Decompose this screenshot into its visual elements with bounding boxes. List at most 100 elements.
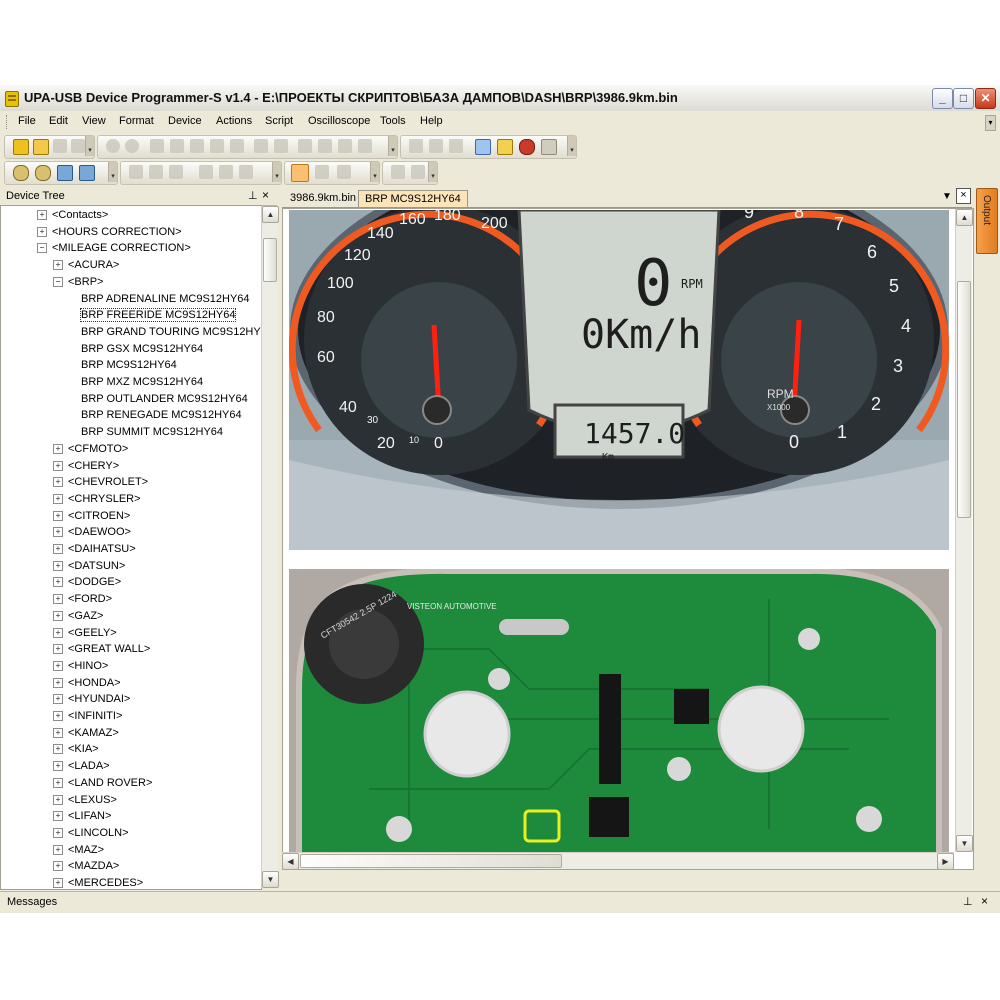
move-icon[interactable]: [79, 165, 95, 181]
expand-icon[interactable]: +: [53, 711, 63, 722]
write-chip-icon[interactable]: [429, 139, 443, 153]
menu-oscilloscope[interactable]: Oscilloscope: [308, 115, 370, 127]
expand-icon[interactable]: +: [53, 577, 63, 588]
scroll-down-icon[interactable]: ▼: [262, 871, 279, 888]
expand-icon[interactable]: +: [53, 610, 63, 621]
expand-icon[interactable]: +: [53, 761, 63, 772]
cut-icon[interactable]: [150, 139, 164, 153]
toolbar-overflow-icon[interactable]: ▾: [85, 136, 94, 156]
view-table-icon[interactable]: [169, 165, 183, 179]
close-button[interactable]: ✕: [975, 88, 996, 109]
expand-icon[interactable]: +: [53, 493, 63, 504]
tree-node[interactable]: + <MERCEDES>: [53, 877, 143, 889]
expand-icon[interactable]: +: [53, 744, 63, 755]
tree-node[interactable]: + <CFMOTO>: [53, 443, 128, 459]
pin-icon[interactable]: ⊥: [248, 189, 258, 202]
copy-icon[interactable]: [170, 139, 184, 153]
menu-device[interactable]: Device: [168, 115, 202, 127]
tree-node[interactable]: + <CITROEN>: [53, 510, 130, 526]
redo-icon[interactable]: [274, 139, 288, 153]
tree-node[interactable]: − <BRP>: [53, 276, 103, 292]
close-panel-icon[interactable]: ×: [262, 188, 269, 202]
tree-node[interactable]: + <LEXUS>: [53, 794, 117, 810]
menu-format[interactable]: Format: [119, 115, 154, 127]
expand-icon[interactable]: +: [53, 844, 63, 855]
compare-icon[interactable]: [318, 139, 332, 153]
refresh-icon[interactable]: [358, 139, 372, 153]
undo-icon[interactable]: [254, 139, 268, 153]
expand-icon[interactable]: +: [53, 560, 63, 571]
device-tree-scrollbar[interactable]: ▲ ▼: [261, 206, 279, 888]
view-list-icon[interactable]: [219, 165, 233, 179]
tree-leaf[interactable]: BRP RENEGADE MC9S12HY64: [81, 409, 242, 425]
tree-node[interactable]: + <FORD>: [53, 593, 112, 609]
tree-leaf[interactable]: BRP OUTLANDER MC9S12HY64: [81, 393, 248, 409]
menu-view[interactable]: View: [82, 115, 106, 127]
view-text-icon[interactable]: [149, 165, 163, 179]
scroll-thumb[interactable]: [300, 854, 562, 868]
toolbar-overflow-icon[interactable]: ▾: [272, 162, 281, 182]
expand-icon[interactable]: +: [53, 811, 63, 822]
tree-node[interactable]: + <GEELY>: [53, 627, 117, 643]
tree-node[interactable]: + <KAMAZ>: [53, 727, 119, 743]
play-icon[interactable]: [391, 165, 405, 179]
expand-icon[interactable]: +: [53, 677, 63, 688]
tree-node[interactable]: + <MAZ>: [53, 844, 104, 860]
collapse-icon[interactable]: −: [53, 276, 63, 287]
stop-icon[interactable]: [411, 165, 425, 179]
save-icon[interactable]: [53, 139, 67, 153]
expand-icon[interactable]: +: [37, 226, 47, 237]
menu-grip[interactable]: [6, 115, 10, 129]
new-project-icon[interactable]: [13, 139, 29, 155]
expand-icon[interactable]: +: [53, 477, 63, 488]
menu-actions[interactable]: Actions: [216, 115, 252, 127]
expand-icon[interactable]: +: [53, 694, 63, 705]
expand-icon[interactable]: +: [53, 777, 63, 788]
tree-node[interactable]: + <HONDA>: [53, 677, 121, 693]
tree-node[interactable]: + <LADA>: [53, 760, 110, 776]
scroll-down-icon[interactable]: ▼: [956, 835, 973, 852]
menu-edit[interactable]: Edit: [49, 115, 68, 127]
tree-node[interactable]: + <GREAT WALL>: [53, 643, 150, 659]
menu-tools[interactable]: Tools: [380, 115, 406, 127]
scroll-right-icon[interactable]: ▶: [937, 853, 954, 870]
view-split-icon[interactable]: [199, 165, 213, 179]
expand-icon[interactable]: +: [53, 861, 63, 872]
toolbar-overflow-icon[interactable]: ▾: [567, 136, 576, 156]
tree-node[interactable]: + <INFINITI>: [53, 710, 122, 726]
menu-file[interactable]: File: [18, 115, 36, 127]
toolbar-overflow-icon[interactable]: ▾: [428, 162, 437, 182]
script-icon[interactable]: [497, 139, 513, 155]
expand-icon[interactable]: +: [53, 644, 63, 655]
pointer-tool-icon[interactable]: [291, 164, 309, 182]
tree-node[interactable]: + <LIFAN>: [53, 810, 111, 826]
pin-icon[interactable]: ⊥: [963, 895, 973, 908]
maximize-button[interactable]: □: [953, 88, 974, 109]
toolbar-overflow-icon[interactable]: ▾: [108, 162, 117, 182]
toolbar-overflow-icon[interactable]: ▾: [388, 136, 397, 156]
read-chip-icon[interactable]: [409, 139, 423, 153]
document-horizontal-scrollbar[interactable]: ◀ ▶: [282, 852, 954, 870]
forward-icon[interactable]: [125, 139, 139, 153]
tab-close-icon[interactable]: ×: [956, 188, 971, 204]
tree-node[interactable]: + <HYUNDAI>: [53, 693, 130, 709]
document-vertical-scrollbar[interactable]: ▲ ▼: [955, 209, 973, 852]
tree-node[interactable]: + <GAZ>: [53, 610, 103, 626]
verify-chip-icon[interactable]: [449, 139, 463, 153]
tree-leaf[interactable]: BRP GRAND TOURING MC9S12HY64: [81, 326, 261, 342]
tree-node[interactable]: + <DATSUN>: [53, 560, 125, 576]
tree-leaf[interactable]: BRP GSX MC9S12HY64: [81, 343, 203, 359]
scroll-up-icon[interactable]: ▲: [262, 206, 279, 223]
scroll-thumb[interactable]: [957, 281, 971, 518]
back-icon[interactable]: [106, 139, 120, 153]
zoom-in-icon[interactable]: [13, 165, 29, 181]
menu-help[interactable]: Help: [420, 115, 443, 127]
collapse-icon[interactable]: −: [37, 243, 47, 254]
tree-node[interactable]: + <LAND ROVER>: [53, 777, 152, 793]
tree-node[interactable]: + <ACURA>: [53, 259, 119, 275]
expand-icon[interactable]: +: [53, 443, 63, 454]
goto-icon[interactable]: [338, 139, 352, 153]
tab-brp-mc9s12hy64[interactable]: BRP MC9S12HY64: [358, 190, 468, 207]
document-icon[interactable]: [298, 139, 312, 153]
measure-tool-icon[interactable]: [337, 165, 351, 179]
